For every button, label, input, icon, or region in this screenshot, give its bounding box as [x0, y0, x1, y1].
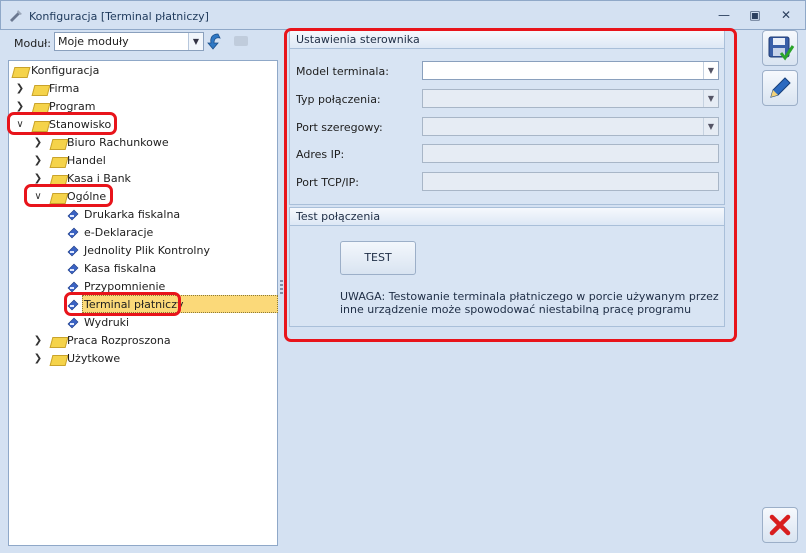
- pane-splitter[interactable]: [280, 280, 283, 294]
- settings-leaf-icon: [67, 227, 79, 239]
- tree-node-label: Handel: [67, 154, 106, 167]
- title-bar: Konfiguracja [Terminal płatniczy] — ▣ ✕: [0, 0, 806, 30]
- tree-node-label: Jednolity Plik Kontrolny: [84, 244, 210, 257]
- cancel-button[interactable]: [762, 507, 798, 543]
- back-arrow-icon: [207, 33, 221, 50]
- settings-leaf-icon: [67, 263, 79, 275]
- highlight-outline: [7, 112, 117, 135]
- config-tree[interactable]: Konfiguracja ❯ Firma ❯ Program ∨ Stanowi…: [7, 60, 278, 546]
- window-title: Konfiguracja [Terminal płatniczy]: [29, 10, 209, 23]
- chevron-right-icon[interactable]: ❯: [33, 332, 43, 350]
- module-label: Moduł:: [14, 37, 52, 50]
- restore-icon[interactable]: ▣: [746, 7, 764, 23]
- folder-icon: [33, 102, 47, 112]
- tree-node-label: Drukarka fiskalna: [84, 208, 181, 221]
- folder-icon: [51, 174, 65, 184]
- tree-node-label: Użytkowe: [67, 352, 121, 365]
- tree-node-label: Wydruki: [84, 316, 130, 329]
- settings-pane: Ustawienia sterownika Model terminala: ▼…: [284, 28, 737, 342]
- tree-node-label: Praca Rozproszona: [67, 334, 171, 347]
- folder-open-icon: [13, 66, 27, 76]
- edit-pen-icon: [770, 77, 791, 98]
- folder-icon: [51, 336, 65, 346]
- tree-node-label: Firma: [49, 82, 80, 95]
- tree-node-label: Konfiguracja: [31, 64, 100, 77]
- forward-icon: [234, 36, 248, 46]
- close-icon[interactable]: ✕: [777, 7, 795, 23]
- highlight-outline: [64, 292, 181, 316]
- folder-icon: [51, 138, 65, 148]
- minimize-icon[interactable]: —: [715, 7, 733, 23]
- folder-icon: [51, 354, 65, 364]
- close-x-icon: [769, 514, 791, 536]
- chevron-right-icon[interactable]: ❯: [15, 80, 25, 98]
- forward-button[interactable]: [230, 30, 252, 52]
- highlight-outline: [24, 184, 113, 207]
- settings-leaf-icon: [67, 245, 79, 257]
- module-select-value: Moje moduły: [58, 35, 129, 48]
- chevron-down-icon[interactable]: ▼: [188, 33, 203, 50]
- chevron-right-icon[interactable]: ❯: [33, 134, 43, 152]
- app-icon: [10, 10, 22, 22]
- back-button[interactable]: [204, 30, 226, 52]
- tree-node-label: Biuro Rachunkowe: [67, 136, 169, 149]
- chevron-right-icon[interactable]: ❯: [33, 350, 43, 368]
- save-button[interactable]: [762, 30, 798, 66]
- edit-button[interactable]: [762, 70, 798, 106]
- tree-node-label: Kasa fiskalna: [84, 262, 157, 275]
- settings-leaf-icon: [67, 317, 79, 329]
- chevron-right-icon[interactable]: ❯: [33, 152, 43, 170]
- save-icon: [768, 36, 795, 61]
- folder-icon: [51, 156, 65, 166]
- module-select[interactable]: Moje moduły ▼: [54, 32, 204, 51]
- tree-node-label: e-Deklaracje: [84, 226, 154, 239]
- highlight-outline: [284, 28, 737, 342]
- folder-icon: [33, 84, 47, 94]
- settings-leaf-icon: [67, 209, 79, 221]
- module-toolbar: Moduł: Moje moduły ▼: [8, 30, 278, 56]
